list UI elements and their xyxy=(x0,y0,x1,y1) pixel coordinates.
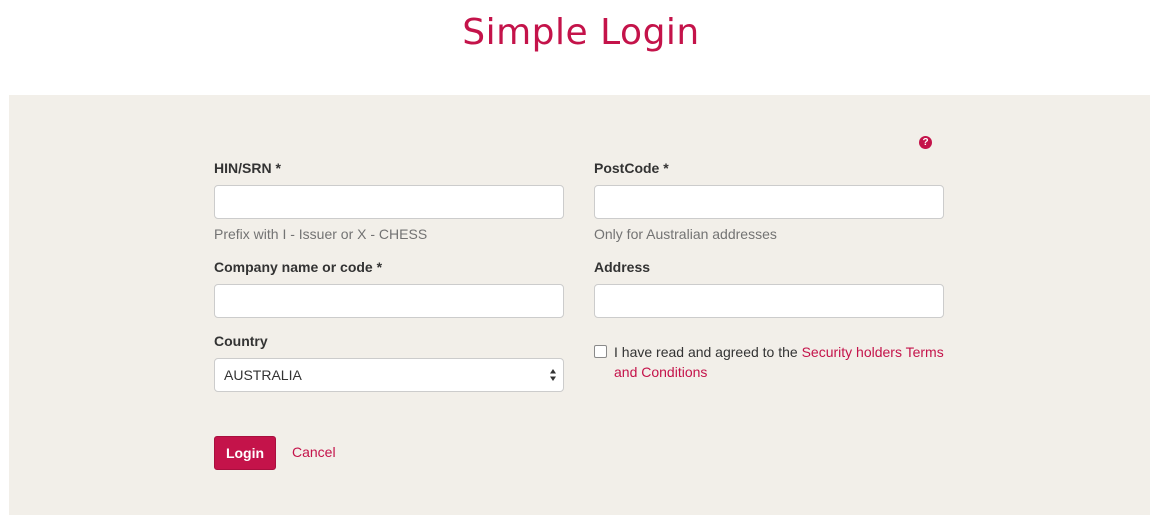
address-label: Address xyxy=(594,259,651,275)
login-form-panel: ? HIN/SRN * Prefix with I - Issuer or X … xyxy=(9,95,1150,515)
terms-agreement: I have read and agreed to the Security h… xyxy=(594,342,954,382)
company-input[interactable] xyxy=(214,284,564,318)
country-selected-value: AUSTRALIA xyxy=(224,367,302,383)
terms-text: I have read and agreed to the Security h… xyxy=(614,342,954,382)
postcode-help-text: Only for Australian addresses xyxy=(594,226,777,242)
login-button[interactable]: Login xyxy=(214,436,276,470)
question-icon[interactable]: ? xyxy=(919,136,932,149)
company-field-group: Company name or code * xyxy=(214,259,564,318)
cancel-link[interactable]: Cancel xyxy=(292,444,336,460)
address-input[interactable] xyxy=(594,284,944,318)
select-arrows-icon xyxy=(550,369,556,381)
terms-checkbox[interactable] xyxy=(594,345,607,358)
postcode-field-group: PostCode * Only for Australian addresses xyxy=(594,160,944,242)
country-field-group: Country AUSTRALIA xyxy=(214,333,564,392)
country-select[interactable]: AUSTRALIA xyxy=(214,358,564,392)
hin-label: HIN/SRN * xyxy=(214,160,281,176)
company-label: Company name or code * xyxy=(214,259,383,275)
terms-prefix-text: I have read and agreed to the xyxy=(614,344,802,360)
hin-field-group: HIN/SRN * Prefix with I - Issuer or X - … xyxy=(214,160,564,242)
hin-help-text: Prefix with I - Issuer or X - CHESS xyxy=(214,226,428,242)
postcode-input[interactable] xyxy=(594,185,944,219)
country-label: Country xyxy=(214,333,268,349)
hin-input[interactable] xyxy=(214,185,564,219)
address-field-group: Address xyxy=(594,259,944,318)
page-title: Simple Login xyxy=(462,12,700,53)
postcode-label: PostCode * xyxy=(594,160,669,176)
